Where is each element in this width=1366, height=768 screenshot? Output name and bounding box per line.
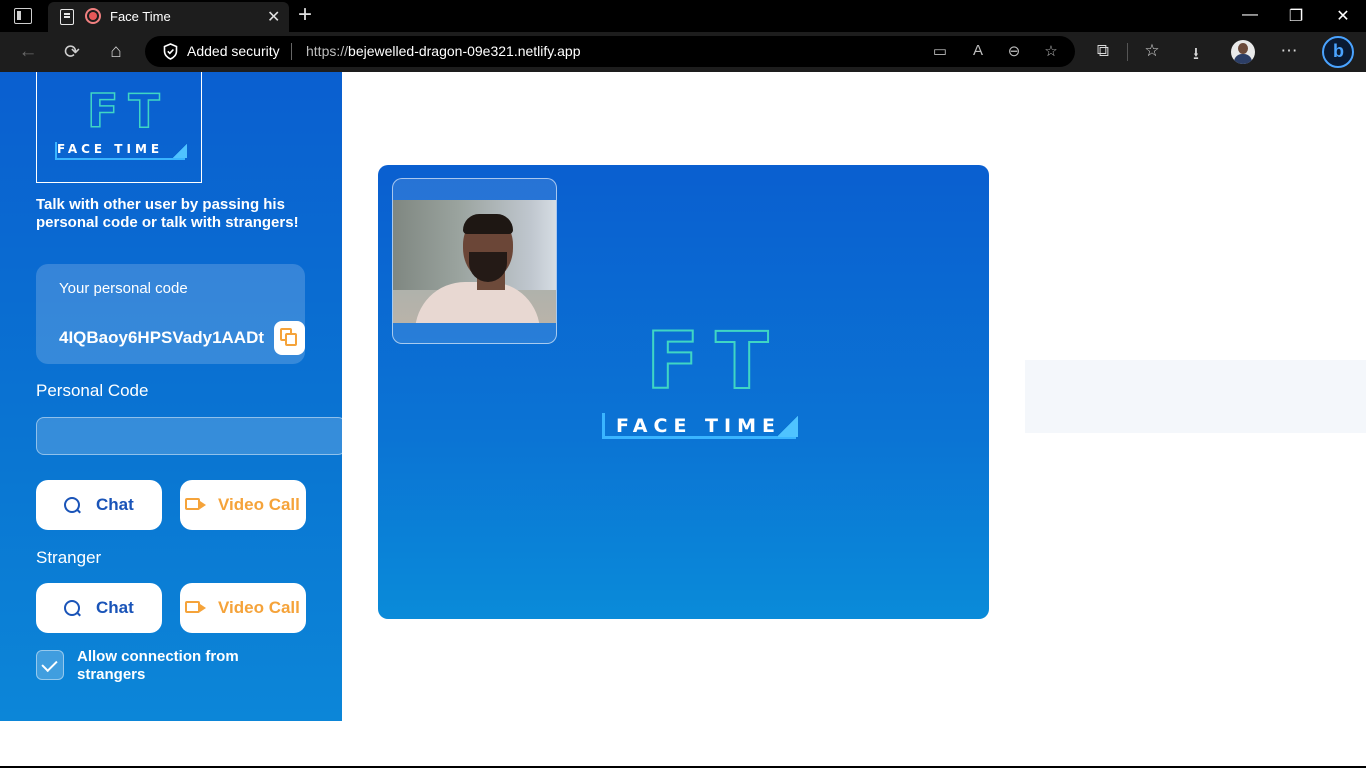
copy-code-button[interactable] [274,321,305,355]
logo-wordmark: FACE TIME [57,142,164,156]
read-aloud-icon[interactable]: A [968,42,988,59]
logo-wordmark: FACE TIME [616,415,781,437]
toolbar-divider [1127,43,1128,61]
allow-strangers-label[interactable]: Allow connection from strangers [77,648,297,684]
personal-chat-label: Chat [96,495,134,514]
downloads-icon[interactable]: ⭳ [1185,41,1207,70]
refresh-icon[interactable]: ⟳ [61,41,83,64]
stranger-chat-label: Chat [96,598,134,617]
face-time-logo: FT FACE TIME [602,317,798,443]
more-icon[interactable]: ⋯ [1278,41,1300,61]
security-label[interactable]: Added security [187,43,280,59]
url-protocol: https:// [306,43,349,59]
browser-toolbar: ← ⟳ ⌂ Added security https://bejewelled-… [0,32,1366,72]
page-icon [60,9,74,25]
intro-text: Talk with other user by passing his pers… [36,196,299,231]
stranger-chat-button[interactable]: Chat [36,583,162,633]
personal-code-input[interactable] [36,417,342,455]
zoom-icon[interactable]: ⊖ [1004,42,1024,60]
tab-close-button[interactable]: ✕ [267,7,280,27]
sidebar-logo: FT FACE TIME [36,72,202,183]
allow-strangers-checkbox[interactable] [36,650,64,680]
video-camera-icon [185,601,200,613]
personal-code-value: 4IQBaoy6HPSVady1AADt [59,328,265,347]
back-icon[interactable]: ← [17,41,39,63]
personal-video-call-button[interactable]: Video Call [180,480,306,530]
local-video-preview [392,178,557,344]
messages-panel [1025,360,1366,433]
logo-letters: FT [86,84,170,138]
browser-tab-bar: Face Time ✕ + — ❐ ✕ [0,0,1366,32]
bing-icon: b [1333,41,1344,61]
tab-actions-icon[interactable] [14,8,32,24]
personal-code-card: Your personal code 4IQBaoy6HPSVady1AADt [36,264,305,364]
url-host: bejewelled-dragon-09e321.netlify.app [348,43,581,59]
page-content: FT FACE TIME Talk with other user by pas… [0,72,1366,766]
restore-button[interactable]: ❐ [1286,6,1306,26]
recording-icon [85,8,101,24]
personal-code-label: Your personal code [59,280,188,297]
stranger-video-call-label: Video Call [218,598,300,617]
camera-icon[interactable]: ▭ [930,42,950,60]
url-divider [291,43,292,60]
url-text[interactable]: https://bejewelled-dragon-09e321.netlify… [306,43,581,59]
new-tab-button[interactable]: + [298,1,312,29]
webcam-feed [393,200,556,323]
personal-chat-button[interactable]: Chat [36,480,162,530]
remote-video-panel: FT FACE TIME [378,165,989,619]
close-window-button[interactable]: ✕ [1333,6,1353,26]
add-favorite-icon[interactable]: ☆ [1041,42,1061,60]
personal-code-title: Personal Code [36,381,149,400]
browser-tab[interactable]: Face Time ✕ [48,2,289,32]
home-icon[interactable]: ⌂ [105,41,127,63]
minimize-button[interactable]: — [1240,6,1260,24]
shield-icon[interactable] [163,43,178,60]
personal-video-call-label: Video Call [218,495,300,514]
stranger-video-call-button[interactable]: Video Call [180,583,306,633]
logo-letters: FT [645,317,785,407]
sidebar: FT FACE TIME Talk with other user by pas… [0,72,342,721]
stranger-title: Stranger [36,548,102,567]
address-bar[interactable]: Added security https://bejewelled-dragon… [145,36,1075,67]
chat-icon [64,497,80,513]
extensions-icon[interactable]: ⧉ [1092,41,1114,61]
profile-avatar[interactable] [1231,40,1255,64]
bing-copilot-button[interactable]: b [1322,36,1354,68]
chat-icon [64,600,80,616]
tab-title: Face Time [110,9,171,24]
favorites-icon[interactable]: ☆ [1141,41,1163,61]
video-camera-icon [185,498,200,510]
